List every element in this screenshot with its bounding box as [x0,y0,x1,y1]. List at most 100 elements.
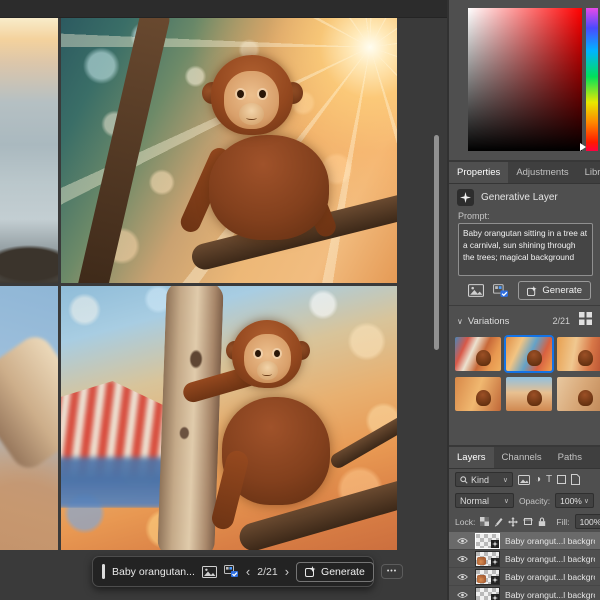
filter-kind-dropdown[interactable]: Kind ∨ [455,472,513,487]
layer-row-3[interactable]: Baby orangut...l background [449,568,600,586]
generate-button[interactable]: Generate [518,281,591,300]
filter-shape-layers-icon[interactable] [557,475,566,484]
generative-badge-icon [491,594,499,600]
filter-type-layers-icon[interactable]: T [546,475,552,485]
generative-layer-icon [457,189,474,206]
filter-pixel-layers-icon[interactable] [518,475,530,485]
layer-name: Baby orangut...l background [505,554,595,564]
variations-header: ∨ Variations 2/21 [449,306,600,334]
variations-panel: ∨ Variations 2/21 [449,305,600,445]
lock-label: Lock: [455,517,475,527]
opacity-value: 100% [560,496,582,506]
layers-filter-row: Kind ∨ ◑ T [449,469,600,490]
canvas-image-left-top[interactable] [0,18,58,283]
generate-label: Generate [542,285,582,296]
fill-label: Fill: [556,517,569,527]
sparkle-icon [305,566,316,577]
filter-kind-label: Kind [471,475,500,485]
generative-layer-row: Generative Layer [449,184,600,209]
reference-image-icon[interactable] [468,284,484,297]
tab-properties[interactable]: Properties [449,162,508,183]
visibility-eye-icon[interactable] [455,555,470,563]
lock-pixels-brush-icon[interactable] [494,517,503,527]
layer-thumbnail[interactable] [475,533,500,549]
search-icon [460,476,468,484]
filter-smart-object-icon[interactable] [571,474,580,485]
generate-image-icon[interactable] [224,565,239,578]
visibility-eye-icon[interactable] [455,537,470,545]
tab-adjustments[interactable]: Adjustments [508,162,576,183]
layers-tabbar: Layers Channels Paths [449,447,600,469]
tab-layers[interactable]: Layers [449,447,494,468]
chevron-down-icon: ∨ [503,476,508,484]
generative-layer-label: Generative Layer [481,192,558,203]
photoshop-window: Baby orangutan... ‹ 2/21 › Generate ••• [0,0,600,600]
variations-grid [449,334,600,411]
generate-label: Generate [321,566,365,578]
grid-view-icon[interactable] [579,312,592,330]
layer-thumbnail[interactable] [475,587,500,600]
taskbar-generate-button[interactable]: Generate [296,562,374,582]
generative-badge-icon [491,540,499,548]
layer-row-2[interactable]: Baby orangut...l background [449,550,600,568]
filter-adjustment-layers-icon[interactable]: ◑ [535,475,541,485]
tab-paths[interactable]: Paths [550,447,590,468]
chevron-down-icon: ∨ [584,497,589,505]
fill-value: 100% [580,517,600,527]
prompt-label: Prompt: [449,209,600,222]
properties-actions-row: Generate [449,278,600,303]
variations-label: Variations [468,316,548,327]
orangutan-figure [61,286,397,550]
opacity-dropdown[interactable]: 100% ∨ [555,493,594,508]
layer-row-1[interactable]: Baby orangut...l background [449,532,600,550]
variation-thumbnail-3[interactable] [557,337,600,371]
hue-slider-arrow[interactable] [580,143,586,151]
fill-dropdown[interactable]: 100% ∨ [575,514,600,529]
opacity-label: Opacity: [519,496,550,506]
color-picker-panel [449,0,600,160]
orangutan-figure [61,18,397,283]
contextual-task-bar: Baby orangutan... ‹ 2/21 › Generate ••• [92,556,374,587]
canvas-scrollbar[interactable] [434,135,439,350]
generative-badge-icon [491,576,499,584]
canvas-image-main-top[interactable] [61,18,397,283]
properties-tabbar: Properties Adjustments Libraries [449,162,600,184]
collapse-chevron-icon[interactable]: ∨ [457,317,463,326]
variation-thumbnail-2-selected[interactable] [506,337,552,371]
tab-libraries[interactable]: Libraries [577,162,600,183]
taskbar-prompt-preview[interactable]: Baby orangutan... [112,566,195,578]
lock-artboard-icon[interactable] [523,517,533,526]
sparkle-icon [527,286,537,296]
variation-thumbnail-1[interactable] [455,337,501,371]
color-saturation-field[interactable] [468,8,582,151]
next-variation-button[interactable]: › [285,565,289,578]
canvas-area[interactable]: Baby orangutan... ‹ 2/21 › Generate ••• [0,0,447,600]
previous-variation-button[interactable]: ‹ [246,565,250,578]
blend-mode-row: Normal ∨ Opacity: 100% ∨ [449,490,600,511]
reference-image-icon[interactable] [202,566,217,578]
hue-strip[interactable] [586,8,598,151]
visibility-eye-icon[interactable] [455,573,470,581]
blend-mode-dropdown[interactable]: Normal ∨ [455,493,514,508]
canvas-image-left-bottom[interactable] [0,286,58,550]
lock-transparency-icon[interactable] [480,517,489,526]
variation-thumbnail-6[interactable] [557,377,600,411]
taskbar-drag-handle[interactable] [102,564,105,579]
lock-position-move-icon[interactable] [508,517,518,527]
tab-channels[interactable]: Channels [494,447,550,468]
taskbar-more-button[interactable]: ••• [381,564,403,579]
layer-thumbnail[interactable] [475,569,500,585]
layer-thumbnail[interactable] [475,551,500,567]
variation-thumbnail-4[interactable] [455,377,501,411]
visibility-eye-icon[interactable] [455,591,470,599]
lock-all-icon[interactable] [538,517,546,527]
canvas-image-main-bottom[interactable] [61,286,397,550]
variations-counter: 2/21 [552,316,570,326]
chevron-down-icon: ∨ [504,497,509,505]
generate-image-icon[interactable] [493,284,509,298]
layers-panel: Layers Channels Paths Kind ∨ ◑ T [449,445,600,600]
taskbar-variation-counter: 2/21 [257,566,277,578]
layer-row-4[interactable]: Baby orangut...l background [449,586,600,600]
prompt-textarea[interactable]: Baby orangutan sitting in a tree at a ca… [458,223,593,276]
variation-thumbnail-5[interactable] [506,377,552,411]
